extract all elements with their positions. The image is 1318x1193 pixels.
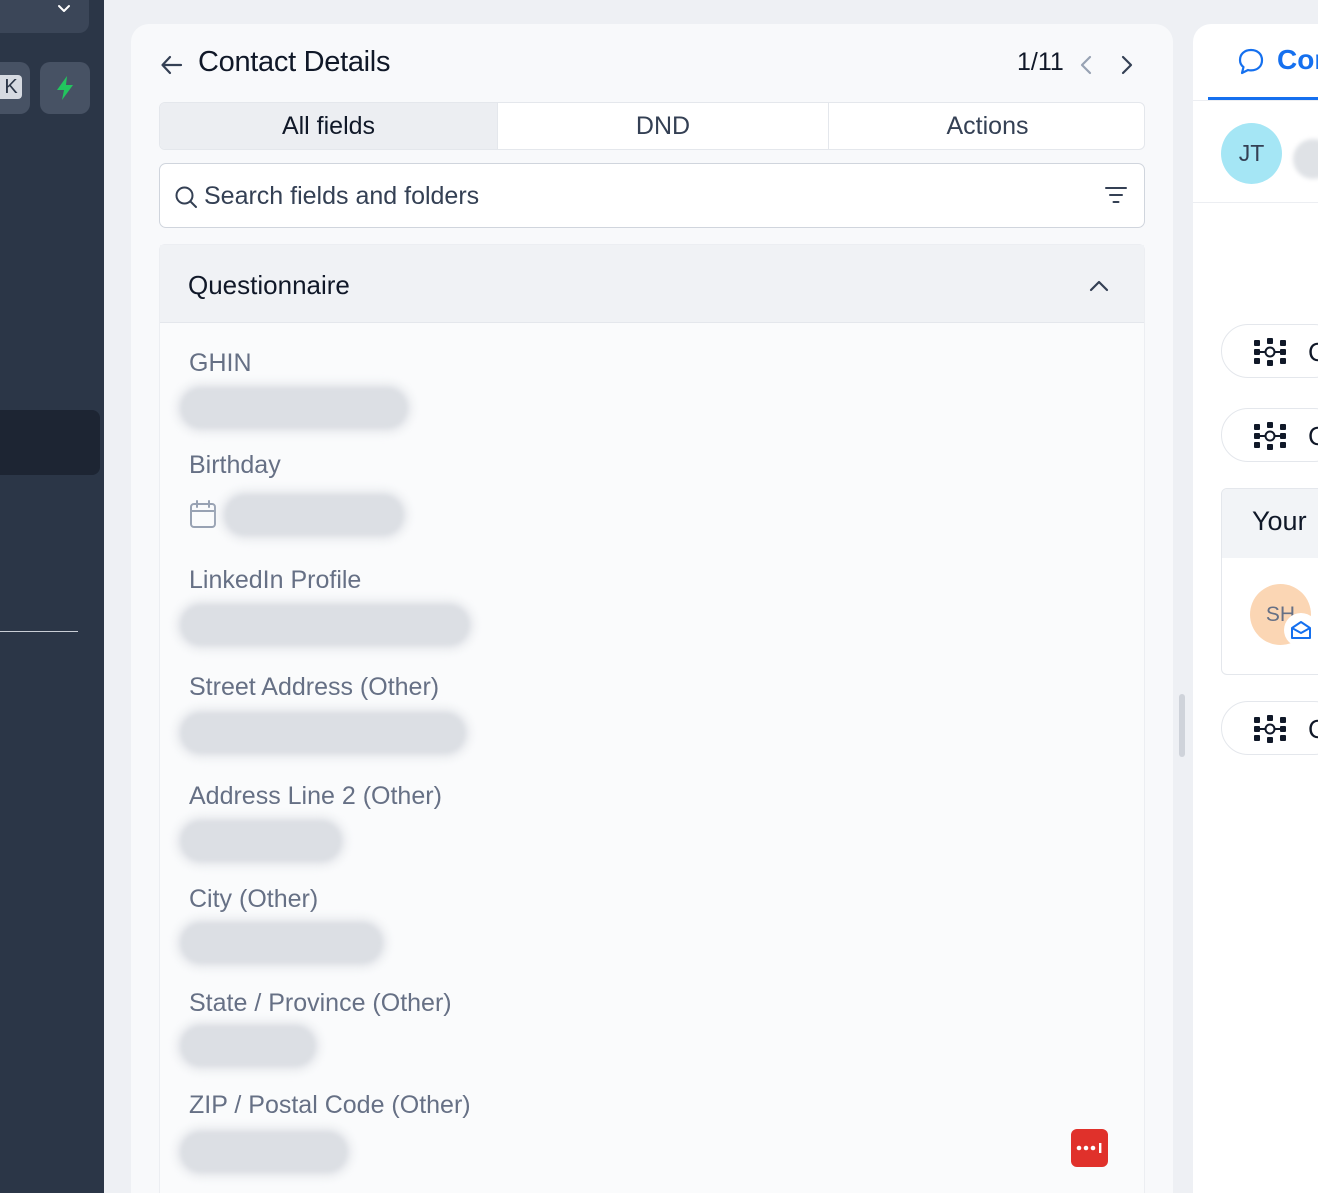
- quick-actions-button[interactable]: [40, 62, 90, 114]
- search-box: [159, 163, 1145, 228]
- left-sidebar: K: [0, 0, 104, 1193]
- mail-icon: [1291, 621, 1311, 639]
- sidebar-account-switcher[interactable]: [0, 0, 89, 33]
- workflow-icon: [1254, 338, 1286, 366]
- tab-actions[interactable]: Actions: [829, 103, 1144, 149]
- field-label-state: State / Province (Other): [189, 989, 452, 1017]
- chip-label: C: [1308, 714, 1318, 744]
- more-icon: [1076, 1143, 1102, 1153]
- avatar[interactable]: JT: [1221, 123, 1282, 184]
- field-value-state[interactable]: [180, 1025, 316, 1067]
- field-value-street-address[interactable]: [180, 712, 466, 754]
- divider: [1193, 202, 1318, 203]
- more-options-button[interactable]: [1071, 1129, 1108, 1167]
- field-label-address-line-2: Address Line 2 (Other): [189, 782, 442, 810]
- contact-name-blurred: [1293, 139, 1318, 179]
- right-panel: Cor JT C C Your SH C: [1193, 24, 1318, 1193]
- field-tabs: All fields DND Actions: [159, 102, 1145, 150]
- tab-conversations[interactable]: Cor: [1277, 44, 1318, 76]
- chevron-down-icon: [58, 5, 70, 12]
- pager-count: 1/11: [1017, 48, 1064, 76]
- chip-label: C: [1308, 337, 1318, 367]
- divider: [1193, 100, 1318, 101]
- field-label-linkedin: LinkedIn Profile: [189, 566, 362, 594]
- section-header[interactable]: Questionnaire: [160, 245, 1144, 323]
- chevron-left-icon[interactable]: [1075, 52, 1099, 78]
- contact-details-panel: Contact Details 1/11 All fields DND Acti…: [131, 24, 1173, 1193]
- back-arrow-icon[interactable]: [159, 52, 185, 78]
- workflow-chip[interactable]: C: [1221, 324, 1318, 378]
- chevron-up-icon: [1089, 280, 1109, 292]
- field-label-city: City (Other): [189, 885, 319, 913]
- search-icon: [175, 186, 197, 208]
- field-value-birthday[interactable]: [224, 494, 404, 536]
- chevron-right-icon[interactable]: [1114, 52, 1138, 78]
- field-value-address-line-2[interactable]: [180, 820, 342, 862]
- workflow-icon: [1254, 715, 1286, 743]
- field-value-zip[interactable]: [180, 1131, 348, 1173]
- tab-dnd[interactable]: DND: [498, 103, 829, 149]
- filter-icon[interactable]: [1102, 181, 1130, 209]
- workflow-icon: [1254, 422, 1286, 450]
- workflow-chip[interactable]: C: [1221, 408, 1318, 462]
- lightning-icon: [57, 76, 73, 100]
- chip-label: C: [1308, 421, 1318, 451]
- box-title: Your: [1252, 506, 1307, 536]
- field-value-city[interactable]: [180, 922, 383, 964]
- field-label-birthday: Birthday: [189, 451, 281, 479]
- section-title: Questionnaire: [188, 270, 350, 300]
- mail-badge: [1284, 613, 1318, 647]
- questionnaire-section: Questionnaire GHIN Birthday LinkedIn Pro…: [159, 244, 1145, 1193]
- sidebar-search-shortcut[interactable]: K: [0, 62, 30, 114]
- field-label-street-address: Street Address (Other): [189, 673, 440, 701]
- tab-all-fields[interactable]: All fields: [160, 103, 498, 149]
- page-title: Contact Details: [198, 46, 391, 78]
- assigned-user-box: Your SH: [1221, 488, 1318, 675]
- chat-icon: [1238, 48, 1264, 75]
- sidebar-divider: [0, 631, 78, 632]
- field-label-zip: ZIP / Postal Code (Other): [189, 1091, 471, 1119]
- panel-scrollbar[interactable]: [1179, 694, 1185, 757]
- field-value-ghin[interactable]: [180, 387, 408, 429]
- field-label-ghin: GHIN: [189, 349, 252, 377]
- field-value-linkedin[interactable]: [180, 604, 470, 646]
- shortcut-key-label: K: [0, 75, 22, 99]
- search-input[interactable]: [204, 176, 1084, 216]
- sidebar-item-active[interactable]: [0, 410, 100, 475]
- calendar-icon: [190, 500, 216, 528]
- workflow-chip[interactable]: C: [1221, 701, 1318, 755]
